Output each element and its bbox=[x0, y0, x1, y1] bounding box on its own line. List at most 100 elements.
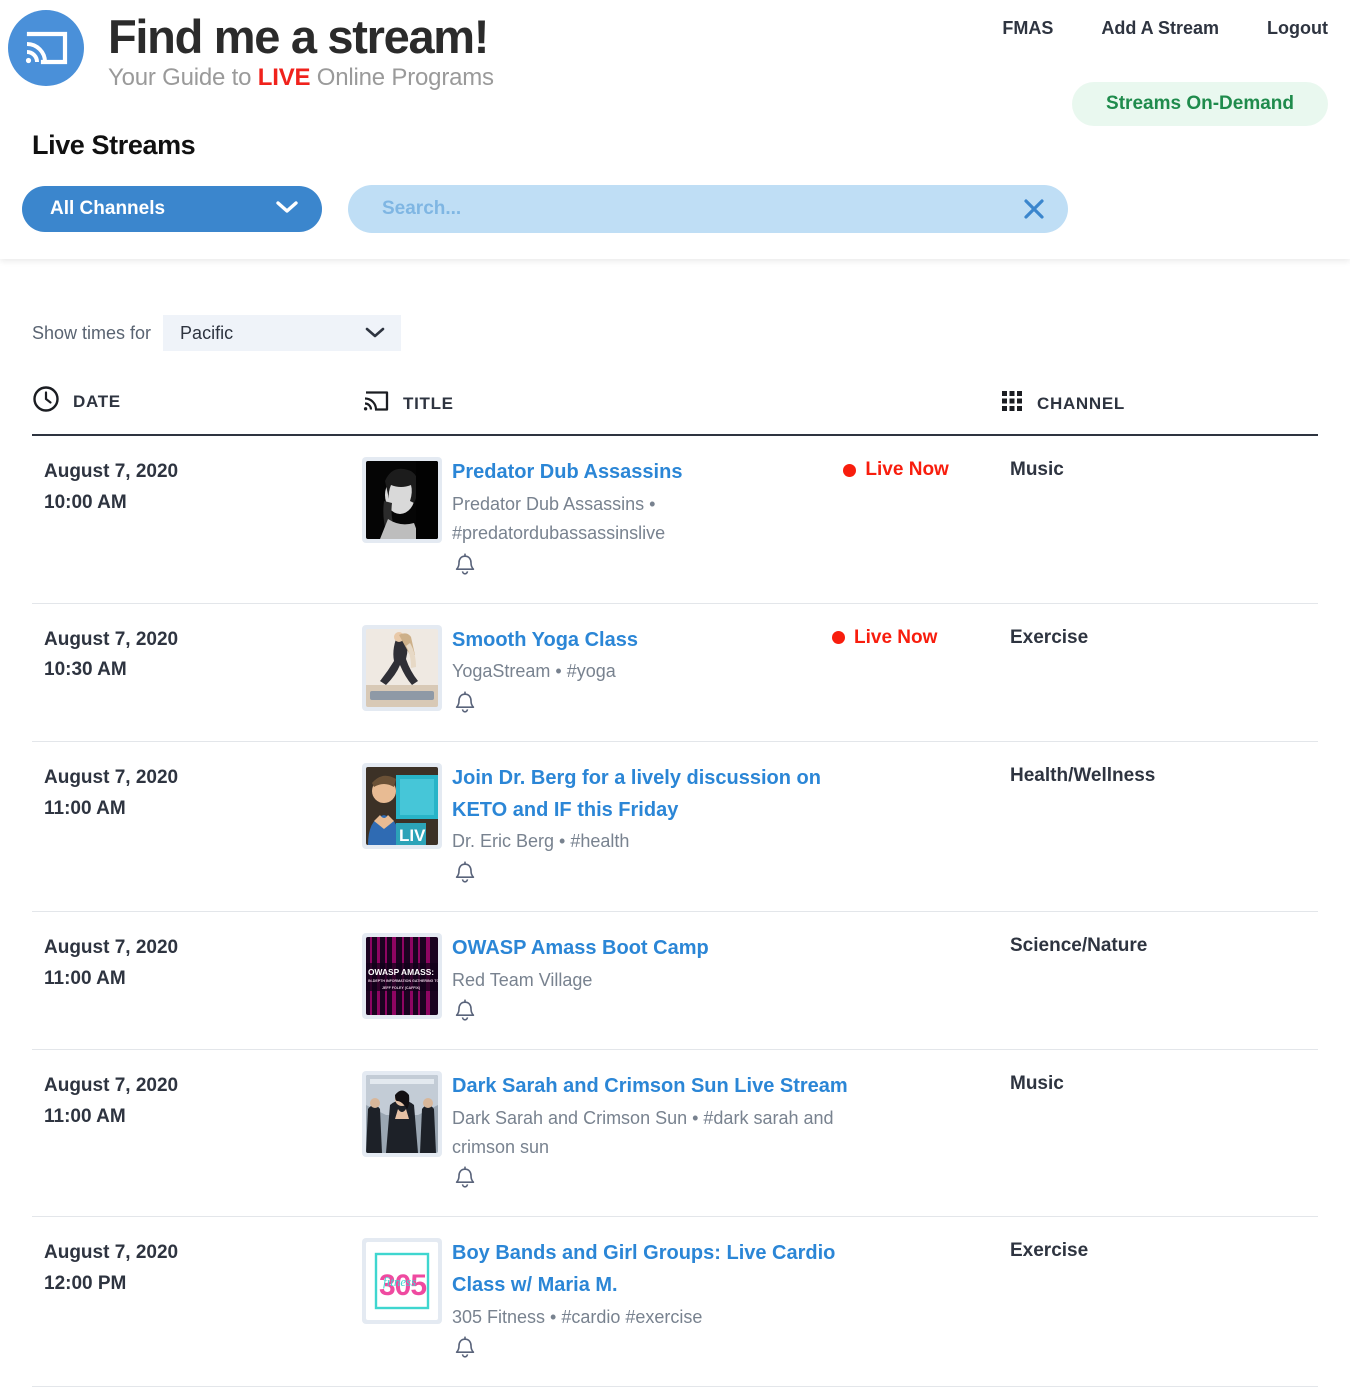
cell-title: OWASP Amass Boot Camp Red Team Village bbox=[362, 911, 1000, 1051]
nav-item-add-a-stream[interactable]: Add A Stream bbox=[1101, 18, 1219, 39]
timezone-select[interactable]: Pacific bbox=[163, 315, 402, 352]
stream-thumbnail bbox=[366, 767, 438, 845]
stream-title-link[interactable]: Boy Bands and Girl Groups: Live Cardio C… bbox=[452, 1238, 871, 1301]
column-header-date[interactable]: DATE bbox=[32, 385, 362, 437]
row-channel: Exercise bbox=[1010, 1240, 1089, 1262]
thumbnail-frame[interactable] bbox=[362, 1238, 442, 1325]
brand-tagline: Your Guide to LIVE Online Programs bbox=[108, 64, 494, 92]
tagline-suffix: Online Programs bbox=[310, 64, 494, 92]
clock-icon bbox=[32, 385, 60, 418]
stream-title-link[interactable]: Smooth Yoga Class bbox=[452, 625, 832, 657]
thumbnail-frame[interactable] bbox=[362, 762, 442, 849]
search-field-wrap bbox=[348, 185, 1068, 234]
live-status-cell: Live Now bbox=[832, 625, 1000, 649]
bell-icon[interactable] bbox=[452, 690, 478, 721]
cell-date: August 7, 2020 10:30 AM bbox=[32, 603, 362, 742]
cast-stream-icon bbox=[362, 389, 390, 418]
thumbnail-frame[interactable] bbox=[362, 932, 442, 1019]
row-date: August 7, 2020 bbox=[44, 936, 179, 958]
table-row: August 7, 2020 11:00 AM Dark Sarah and Cri… bbox=[32, 1049, 1318, 1218]
channel-filter-dropdown[interactable]: All Channels bbox=[22, 186, 322, 233]
row-time: 11:00 AM bbox=[44, 967, 126, 989]
table-row: August 7, 2020 11:00 AM OWASP Amass Boot C… bbox=[32, 911, 1318, 1051]
row-channel: Music bbox=[1010, 459, 1064, 481]
bell-icon[interactable] bbox=[452, 552, 478, 583]
streams-on-demand-button[interactable]: Streams On-Demand bbox=[1072, 82, 1328, 126]
live-label: Live Now bbox=[854, 626, 938, 648]
stream-title-link[interactable]: Join Dr. Berg for a lively discussion on… bbox=[452, 763, 878, 826]
cast-stream-icon bbox=[8, 10, 84, 86]
row-channel: Health/Wellness bbox=[1010, 764, 1156, 786]
live-dot-icon bbox=[843, 463, 857, 477]
row-date: August 7, 2020 bbox=[44, 1242, 179, 1264]
row-channel: Exercise bbox=[1010, 626, 1089, 648]
close-icon[interactable] bbox=[1020, 195, 1048, 223]
cell-channel: Science/Nature bbox=[1000, 911, 1318, 1051]
column-header-title[interactable]: TITLE bbox=[362, 385, 1000, 437]
header-card: Find me a stream! Your Guide to LIVE Onl… bbox=[0, 0, 1350, 260]
status-badge: Live Now bbox=[843, 457, 992, 481]
live-label: Live Now bbox=[865, 459, 949, 481]
cell-date: August 7, 2020 11:00 AM bbox=[32, 911, 362, 1051]
cell-channel: Exercise bbox=[1000, 603, 1318, 742]
section-title: Live Streams bbox=[32, 130, 196, 161]
thumbnail-frame[interactable] bbox=[362, 624, 442, 711]
stream-thumbnail bbox=[366, 1242, 438, 1320]
cell-title: Predator Dub Assassins Predator Dub Assas… bbox=[362, 435, 1000, 604]
column-header-title-label: TITLE bbox=[403, 393, 454, 413]
row-date: August 7, 2020 bbox=[44, 628, 179, 650]
bell-icon[interactable] bbox=[452, 1335, 478, 1366]
timezone-value: Pacific bbox=[180, 322, 234, 343]
thumbnail-frame[interactable] bbox=[362, 1071, 442, 1158]
status-badge: Live Now bbox=[832, 625, 992, 649]
stream-thumbnail bbox=[366, 937, 438, 1015]
cell-date: August 7, 2020 11:00 AM bbox=[32, 741, 362, 912]
row-time: 11:00 AM bbox=[44, 1106, 126, 1128]
chevron-down-icon bbox=[365, 323, 385, 344]
timezone-label: Show times for bbox=[32, 322, 152, 343]
live-status-cell: Live Now bbox=[843, 457, 1000, 481]
chevron-down-icon bbox=[276, 198, 298, 220]
search-input[interactable] bbox=[348, 185, 1068, 234]
stream-meta: Dark Sarah and Crimson Sun • #dark sarah… bbox=[452, 1107, 834, 1157]
page-title: Find me a stream! bbox=[108, 10, 489, 63]
nav-item-fmas[interactable]: FMAS bbox=[1002, 18, 1053, 39]
row-time: 10:00 AM bbox=[44, 492, 127, 514]
stream-meta: Red Team Village bbox=[452, 969, 593, 990]
bell-icon[interactable] bbox=[452, 1165, 478, 1196]
streams-table: DATE TITLE CHANNEL August 7, 2020 10:00 … bbox=[32, 385, 1318, 1387]
thumbnail-frame[interactable] bbox=[362, 457, 442, 544]
bell-icon[interactable] bbox=[452, 998, 478, 1029]
stream-title-link[interactable]: Predator Dub Assassins bbox=[452, 457, 843, 489]
nav-item-logout[interactable]: Logout bbox=[1267, 18, 1328, 39]
row-time: 12:00 PM bbox=[44, 1273, 127, 1295]
stream-title-link[interactable]: Dark Sarah and Crimson Sun Live Stream bbox=[452, 1071, 858, 1103]
stream-title-link[interactable]: OWASP Amass Boot Camp bbox=[452, 933, 832, 965]
cell-channel: Music bbox=[1000, 435, 1318, 604]
row-date: August 7, 2020 bbox=[44, 1075, 179, 1097]
tagline-live: LIVE bbox=[257, 64, 311, 92]
column-header-channel-label: CHANNEL bbox=[1037, 393, 1126, 413]
bell-icon[interactable] bbox=[452, 860, 478, 891]
channel-filter-label: All Channels bbox=[50, 198, 166, 220]
stream-meta: Dr. Eric Berg • #health bbox=[452, 831, 630, 852]
tagline-prefix: Your Guide to bbox=[108, 64, 258, 92]
cell-channel: Music bbox=[1000, 1049, 1318, 1218]
stream-thumbnail bbox=[366, 1075, 438, 1153]
cell-date: August 7, 2020 10:00 AM bbox=[32, 435, 362, 604]
row-date: August 7, 2020 bbox=[44, 766, 179, 788]
column-header-channel[interactable]: CHANNEL bbox=[1000, 385, 1318, 437]
table-body: August 7, 2020 10:00 AM Predator Dub Assas… bbox=[32, 435, 1318, 1387]
grid-icon bbox=[1000, 389, 1024, 418]
stream-meta: Predator Dub Assassins • #predatordubass… bbox=[452, 493, 666, 543]
live-dot-icon bbox=[832, 631, 845, 645]
row-channel: Music bbox=[1010, 1073, 1064, 1095]
stream-thumbnail bbox=[366, 461, 438, 539]
table-row: August 7, 2020 11:00 AM Join Dr. Berg for … bbox=[32, 741, 1318, 912]
timezone-row: Show times for Pacific bbox=[22, 315, 1318, 352]
streams-on-demand-wrap: Streams On-Demand bbox=[1072, 82, 1328, 126]
filter-bar: All Channels bbox=[22, 185, 1350, 234]
cell-channel: Health/Wellness bbox=[1000, 741, 1318, 912]
cell-date: August 7, 2020 11:00 AM bbox=[32, 1049, 362, 1218]
stream-meta: 305 Fitness • #cardio #exercise bbox=[452, 1306, 703, 1327]
